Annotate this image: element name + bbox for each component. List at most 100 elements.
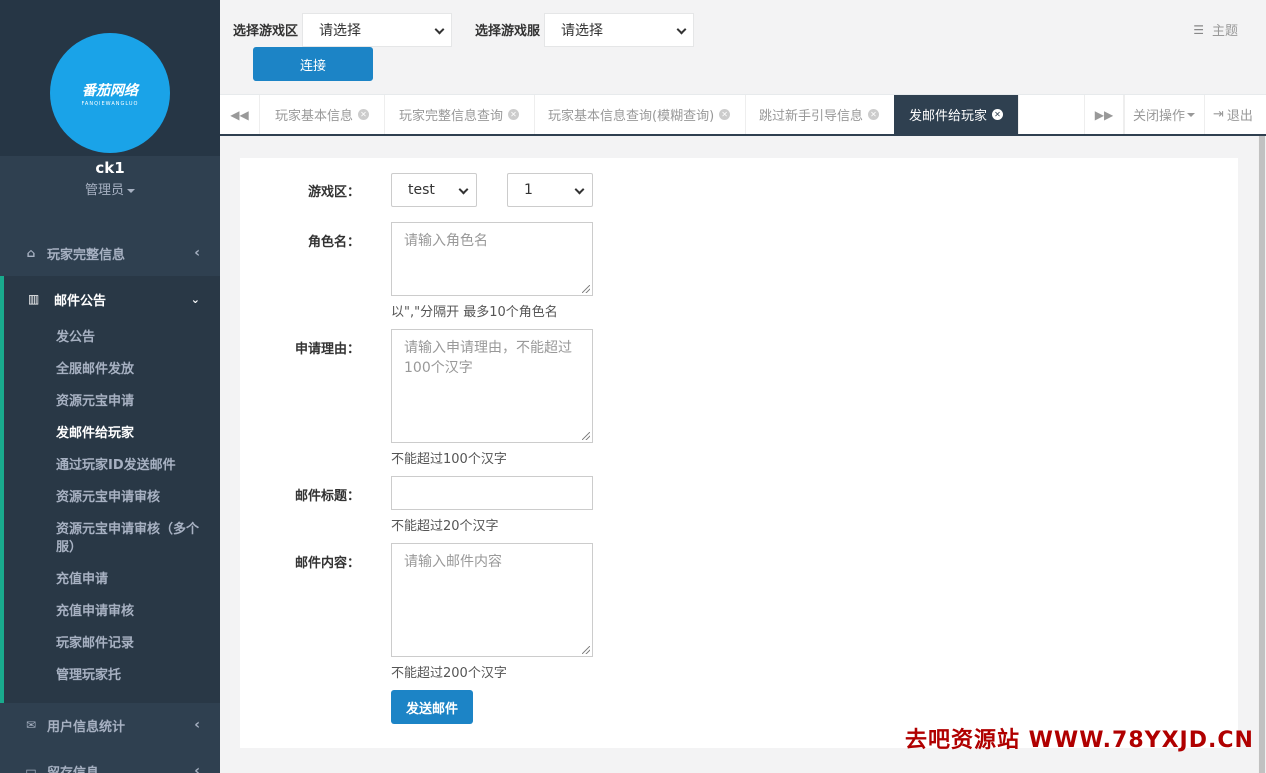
submenu-item-current[interactable]: 发邮件给玩家 — [56, 418, 206, 450]
chevron-down-icon — [434, 24, 445, 35]
tab-label: 玩家基本信息 — [275, 109, 354, 124]
bar-chart-icon: ▥ — [28, 292, 40, 306]
double-chevron-right-icon: ▶▶ — [1094, 107, 1114, 122]
tab-player-full-info[interactable]: 玩家完整信息查询 ✕ — [384, 95, 536, 134]
submenu-item[interactable]: 发公告 — [56, 322, 206, 354]
submenu-item[interactable]: 通过玩家ID发送邮件 — [56, 450, 206, 482]
scrollbar[interactable] — [1258, 136, 1266, 773]
nav-item-mail-announcement[interactable]: ▥ 邮件公告 ⌄ — [0, 276, 220, 322]
zone-field-label: 游戏区： — [307, 185, 360, 200]
server-select-value: 请选择 — [561, 23, 603, 39]
sidebar: 番茄网络 FANQIEWANGLUO ck1 管理员 ⌂ 玩家完整信息 ‹ ▥ … — [0, 0, 220, 773]
avatar[interactable]: 番茄网络 FANQIEWANGLUO — [50, 33, 170, 153]
logout-icon: ⇥ — [1213, 107, 1224, 122]
chevron-left-icon: ‹ — [194, 763, 200, 773]
close-operations-label: 关闭操作 — [1133, 109, 1186, 124]
submenu-item[interactable]: 资源元宝申请审核 — [56, 482, 206, 514]
double-chevron-left-icon: ◀◀ — [230, 107, 249, 122]
server-field-select[interactable]: 1 — [507, 173, 593, 207]
tab-scroll-right-button[interactable]: ▶▶ — [1084, 95, 1124, 134]
caret-down-icon — [127, 188, 135, 193]
mail-title-label: 邮件标题： — [294, 489, 360, 504]
resize-handle-icon[interactable] — [582, 432, 590, 440]
server-select-label: 选择游戏服 — [475, 24, 541, 39]
logout-button[interactable]: ⇥ 退出 — [1204, 95, 1261, 134]
chevron-down-icon — [574, 184, 585, 195]
nav-item-player-info[interactable]: ⌂ 玩家完整信息 ‹ — [0, 230, 220, 276]
tab-label: 跳过新手引导信息 — [759, 109, 864, 124]
server-field-value: 1 — [524, 182, 533, 198]
zone-field-value: test — [408, 182, 435, 198]
home-icon: ⌂ — [26, 246, 36, 260]
role-dropdown[interactable]: 管理员 — [0, 179, 220, 198]
role-name-input[interactable]: 请输入角色名 — [391, 222, 593, 296]
tab-label: 玩家基本信息查询(模糊查询) — [548, 109, 715, 124]
connect-button[interactable]: 连接 — [253, 47, 373, 81]
close-icon[interactable]: ✕ — [358, 109, 370, 120]
server-select[interactable]: 请选择 — [544, 13, 694, 47]
role-label: 管理员 — [84, 183, 124, 198]
tab-player-basic-info[interactable]: 玩家基本信息 ✕ — [260, 95, 386, 134]
username: ck1 — [95, 159, 125, 177]
mail-title-help: 不能超过20个汉字 — [391, 519, 499, 534]
resize-handle-icon[interactable] — [582, 646, 590, 654]
tab-send-mail[interactable]: 发邮件给玩家 ✕ — [894, 95, 1020, 134]
resize-handle-icon[interactable] — [582, 285, 590, 293]
reason-input[interactable]: 请输入申请理由，不能超过100个汉字 — [391, 329, 593, 443]
chevron-left-icon: ‹ — [194, 717, 200, 733]
envelope-icon: ✉ — [25, 718, 37, 732]
logo-text: 番茄网络 — [82, 82, 138, 99]
close-operations-dropdown[interactable]: 关闭操作 — [1124, 95, 1203, 134]
close-icon[interactable]: ✕ — [868, 109, 880, 120]
zone-select-value: 请选择 — [319, 23, 361, 39]
mail-content-input[interactable]: 请输入邮件内容 — [391, 543, 593, 657]
reason-help: 不能超过100个汉字 — [391, 452, 507, 467]
logout-label: 退出 — [1226, 109, 1253, 124]
nav-item-label: 用户信息统计 — [47, 719, 126, 735]
close-icon[interactable]: ✕ — [508, 109, 520, 120]
tab-scroll-left-button[interactable]: ◀◀ — [220, 95, 260, 134]
submenu-item[interactable]: 玩家邮件记录 — [56, 628, 206, 660]
submenu: 发公告 全服邮件发放 资源元宝申请 发邮件给玩家 通过玩家ID发送邮件 资源元宝… — [56, 322, 206, 692]
close-icon[interactable]: ✕ — [992, 109, 1004, 120]
zone-select[interactable]: 请选择 — [302, 13, 452, 47]
watermark: 去吧资源站 WWW.78YXJD.CN — [905, 728, 1254, 753]
mail-title-input[interactable] — [391, 476, 593, 510]
send-mail-button[interactable]: 发送邮件 — [391, 690, 473, 724]
role-name-label: 角色名： — [307, 235, 360, 250]
chevron-down-icon: ⌄ — [190, 292, 200, 306]
tab-bar: ◀◀ 玩家基本信息 ✕ 玩家完整信息查询 ✕ 玩家基本信息查询(模糊查询) ✕ 跳过新… — [220, 95, 1266, 136]
topbar: 选择游戏区 请选择 选择游戏服 请选择 连接 ☰ 主题 — [220, 0, 1266, 95]
theme-label: 主题 — [1211, 24, 1238, 39]
chevron-left-icon: ‹ — [194, 245, 200, 261]
mail-content-placeholder: 请输入邮件内容 — [404, 554, 502, 570]
submenu-item[interactable]: 充值申请审核 — [56, 596, 206, 628]
submenu-item[interactable]: 管理玩家托 — [56, 660, 206, 692]
role-name-help: 以","分隔开 最多10个角色名 — [391, 305, 558, 320]
reason-label: 申请理由： — [294, 342, 360, 357]
chevron-down-icon — [676, 24, 687, 35]
tab-skip-tutorial[interactable]: 跳过新手引导信息 ✕ — [744, 95, 896, 134]
monitor-icon: ▭ — [25, 764, 37, 773]
caret-down-icon — [1187, 112, 1196, 117]
submenu-item[interactable]: 资源元宝申请审核（多个服） — [56, 514, 206, 564]
nav-item-retention[interactable]: ▭ 留存信息 ‹ — [0, 748, 220, 773]
tab-player-fuzzy-query[interactable]: 玩家基本信息查询(模糊查询) ✕ — [533, 95, 747, 134]
submenu-item[interactable]: 资源元宝申请 — [56, 386, 206, 418]
nav-item-label: 留存信息 — [47, 765, 100, 773]
logo-subtext: FANQIEWANGLUO — [81, 100, 139, 107]
theme-button[interactable]: ☰ 主题 — [1193, 20, 1238, 40]
tab-label: 玩家完整信息查询 — [399, 109, 504, 124]
scrollbar-thumb[interactable] — [1259, 136, 1265, 773]
nav-item-user-stats[interactable]: ✉ 用户信息统计 ‹ — [0, 702, 220, 748]
submenu-item[interactable]: 充值申请 — [56, 564, 206, 596]
zone-field-select[interactable]: test — [391, 173, 477, 207]
submenu-item[interactable]: 全服邮件发放 — [56, 354, 206, 386]
mail-content-help: 不能超过200个汉字 — [391, 666, 507, 681]
list-icon: ☰ — [1193, 22, 1204, 37]
role-name-placeholder: 请输入角色名 — [404, 233, 488, 249]
tab-label: 发邮件给玩家 — [909, 109, 988, 124]
close-icon[interactable]: ✕ — [719, 109, 731, 120]
nav-item-label: 邮件公告 — [54, 293, 107, 309]
chevron-down-icon — [458, 184, 469, 195]
